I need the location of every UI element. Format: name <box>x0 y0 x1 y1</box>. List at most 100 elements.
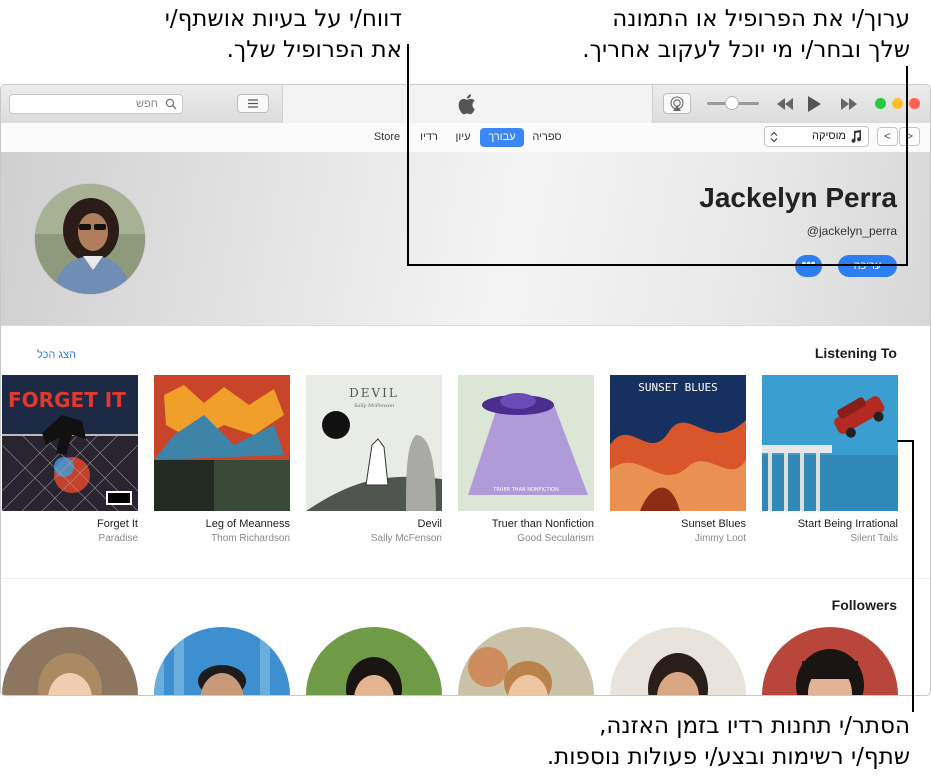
album-title: Devil <box>417 518 442 530</box>
callout-line: דווח/י על בעיות אושתף/י <box>164 6 402 32</box>
tab-browse[interactable]: עיון <box>448 128 478 147</box>
rewind-icon[interactable] <box>775 95 795 113</box>
album-cover[interactable] <box>762 375 898 511</box>
cover-art <box>762 375 898 511</box>
callout-edit: ערוך/י את הפרופיל או התמונה שלך ובחר/י מ… <box>520 4 910 66</box>
tab-store[interactable]: Store <box>367 128 407 147</box>
callout-more: הסתר/י תחנות רדיו בזמן האזנה, שתף/י רשימ… <box>480 711 910 773</box>
album-cover[interactable]: DEVIL Sally McFenson <box>306 375 442 511</box>
cover-art: SUNSET BLUES <box>610 375 746 511</box>
leader-line <box>897 440 913 442</box>
callout-line: הסתר/י תחנות רדיו בזמן האזנה, <box>599 713 910 739</box>
volume-knob[interactable] <box>725 96 739 110</box>
media-kind-picker[interactable]: מוסיקה <box>764 126 869 147</box>
leader-line <box>407 264 907 266</box>
close-button[interactable] <box>909 98 920 109</box>
follower-avatar[interactable] <box>306 627 442 695</box>
album-artist: Thom Richardson <box>211 533 290 544</box>
app-window: חפש Store רדיו עיון עבורך ספריה מוסיקה <… <box>0 84 931 696</box>
chevron-left-icon: < <box>883 129 891 143</box>
cover-text: FORGET IT <box>8 388 126 412</box>
see-all-link[interactable]: הצג הכל <box>37 349 76 361</box>
cover-art: FORGET IT <box>2 375 138 511</box>
album-item[interactable]: Leg of Meanness Thom Richardson <box>154 375 290 544</box>
edit-profile-button[interactable]: עריכה <box>838 255 897 277</box>
profile-handle: @jackelyn_perra <box>806 224 897 238</box>
callout-report: דווח/י על בעיות אושתף/י את הפרופיל שלך. <box>130 4 402 66</box>
follower-avatar[interactable] <box>2 627 138 695</box>
album-item[interactable]: Start Being Irrational Silent Tails <box>762 375 898 544</box>
search-placeholder: חפש <box>136 98 158 110</box>
tab-for-you[interactable]: עבורך <box>480 128 524 147</box>
search-icon <box>165 98 177 110</box>
play-icon[interactable] <box>805 95 823 113</box>
profile-name: Jackelyn Perra <box>699 182 897 213</box>
fast-forward-icon[interactable] <box>839 95 859 113</box>
listening-to-title: Listening To <box>814 345 897 361</box>
follower-photo <box>2 627 138 695</box>
album-item[interactable]: SUNSET BLUES Sunset Blues Jimmy Loot <box>610 375 746 544</box>
cover-subtext: Sally McFenson <box>354 403 394 409</box>
music-note-icon <box>851 130 862 143</box>
album-artist: Jimmy Loot <box>694 533 746 544</box>
profile-avatar[interactable] <box>35 184 145 294</box>
callout-line: ערוך/י את הפרופיל או התמונה <box>612 6 910 32</box>
profile-header: Jackelyn Perra @jackelyn_perra עריכה ••• <box>1 152 930 326</box>
album-item[interactable]: TRUER THAN NONFICTION Truer than Nonfict… <box>458 375 594 544</box>
back-button[interactable]: < <box>877 127 898 146</box>
album-title: Start Being Irrational <box>797 518 898 530</box>
album-artist: Silent Tails <box>850 533 898 544</box>
album-title: Leg of Meanness <box>205 518 290 530</box>
leader-line <box>407 44 409 266</box>
media-kind-label: מוסיקה <box>812 130 846 142</box>
album-cover[interactable]: FORGET IT <box>2 375 138 511</box>
followers-title: Followers <box>831 597 897 613</box>
album-item[interactable]: DEVIL Sally McFenson Devil Sally McFenso… <box>306 375 442 544</box>
zoom-button[interactable] <box>875 98 886 109</box>
lcd-display <box>282 85 653 123</box>
album-title: Forget It <box>97 518 138 530</box>
album-cover[interactable]: SUNSET BLUES <box>610 375 746 511</box>
callout-line: שתף/י רשימות ובצע/י פעולות נוספות. <box>546 744 910 770</box>
airplay-button[interactable] <box>663 93 691 114</box>
cover-art: TRUER THAN NONFICTION <box>458 375 594 511</box>
follower-avatar[interactable] <box>458 627 594 695</box>
callout-line: את הפרופיל שלך. <box>226 37 402 63</box>
album-item[interactable]: FORGET IT Forget It Paradise <box>2 375 138 544</box>
minimize-button[interactable] <box>892 98 903 109</box>
album-cover[interactable] <box>154 375 290 511</box>
cover-text: SUNSET BLUES <box>638 381 717 394</box>
up-next-button[interactable] <box>237 94 269 113</box>
leader-line <box>906 66 908 266</box>
follower-avatar[interactable] <box>762 627 898 695</box>
follower-photo <box>154 627 290 695</box>
follower-avatar[interactable] <box>610 627 746 695</box>
chevron-updown-icon <box>770 131 778 143</box>
more-options-button[interactable]: ••• <box>795 255 822 277</box>
cover-art <box>154 375 290 511</box>
cover-text: DEVIL <box>349 386 399 400</box>
cover-text: TRUER THAN NONFICTION <box>492 487 559 493</box>
leader-line <box>912 440 914 712</box>
cover-art: DEVIL Sally McFenson <box>306 375 442 511</box>
follower-avatar[interactable] <box>154 627 290 695</box>
album-cover[interactable]: TRUER THAN NONFICTION <box>458 375 594 511</box>
nav-bar: Store רדיו עיון עבורך ספריה מוסיקה < > <box>1 123 930 153</box>
album-artist: Sally McFenson <box>370 533 442 544</box>
forward-button[interactable]: > <box>899 127 920 146</box>
album-title: Truer than Nonfiction <box>491 518 594 530</box>
album-artist: Good Secularism <box>517 533 594 544</box>
profile-photo <box>35 184 145 294</box>
apple-logo-icon <box>458 94 475 115</box>
tab-radio[interactable]: רדיו <box>414 128 444 147</box>
album-title: Sunset Blues <box>681 518 746 530</box>
list-icon <box>248 99 258 108</box>
follower-photo <box>458 627 594 695</box>
callout-line: שלך ובחר/י מי יוכל לעקוב אחריך. <box>582 37 910 63</box>
airplay-icon <box>670 96 684 111</box>
title-bar: חפש <box>1 85 930 124</box>
follower-photo <box>306 627 442 695</box>
album-artist: Paradise <box>98 533 138 544</box>
tab-library[interactable]: ספריה <box>528 128 566 147</box>
search-field[interactable]: חפש <box>9 94 183 114</box>
